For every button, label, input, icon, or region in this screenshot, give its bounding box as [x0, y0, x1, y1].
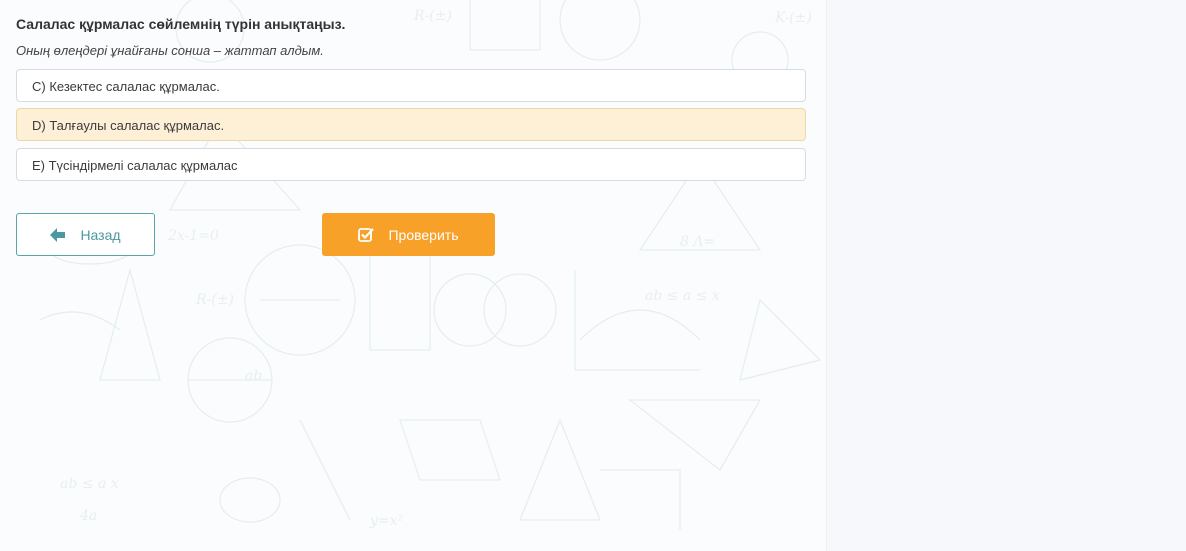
svg-text:4a: 4a: [79, 508, 97, 524]
answer-option-label: D) Талғаулы салалас құрмалас.: [32, 118, 225, 133]
svg-text:K-(±): K-(±): [774, 10, 812, 26]
answer-option-e[interactable]: E) Түсіндірмелі салалас құрмалас: [16, 148, 806, 181]
page: R-(±) K-(±) 2x-1=0 R-(±) ab ≤ a ≤ x 8 Λ=…: [0, 0, 1186, 551]
arrow-left-icon: [50, 227, 66, 242]
svg-text:ab: ab: [245, 368, 262, 384]
question-panel: R-(±) K-(±) 2x-1=0 R-(±) ab ≤ a ≤ x 8 Λ=…: [0, 0, 826, 551]
svg-text:R-(±): R-(±): [413, 8, 452, 24]
answer-option-label: E) Түсіндірмелі салалас құрмалас: [32, 158, 238, 173]
answer-option-d[interactable]: D) Талғаулы салалас құрмалас.: [16, 108, 806, 141]
svg-text:2x-1=0: 2x-1=0: [167, 228, 219, 244]
answer-option-label: C) Кезектес салалас құрмалас.: [32, 79, 220, 94]
answer-option-c[interactable]: C) Кезектес салалас құрмалас.: [16, 69, 806, 102]
check-button[interactable]: Проверить: [322, 213, 495, 256]
svg-text:y=x²: y=x²: [369, 513, 404, 529]
side-panel: [826, 0, 1186, 551]
svg-text:R-(±): R-(±): [195, 292, 234, 308]
svg-text:ab ≤ a x: ab ≤ a x: [60, 476, 119, 492]
check-button-label: Проверить: [388, 226, 459, 243]
check-square-icon: [358, 227, 375, 242]
question-sentence: Оның өлеңдері ұнайғаны сонша – жаттап ал…: [16, 43, 324, 58]
svg-text:8 Λ=: 8 Λ=: [680, 234, 715, 250]
question-title: Салалас құрмалас сөйлемнің түрін анықтаң…: [16, 16, 346, 32]
svg-text:ab ≤ a ≤ x: ab ≤ a ≤ x: [645, 288, 720, 304]
back-button[interactable]: Назад: [16, 213, 155, 256]
back-button-label: Назад: [80, 226, 121, 243]
